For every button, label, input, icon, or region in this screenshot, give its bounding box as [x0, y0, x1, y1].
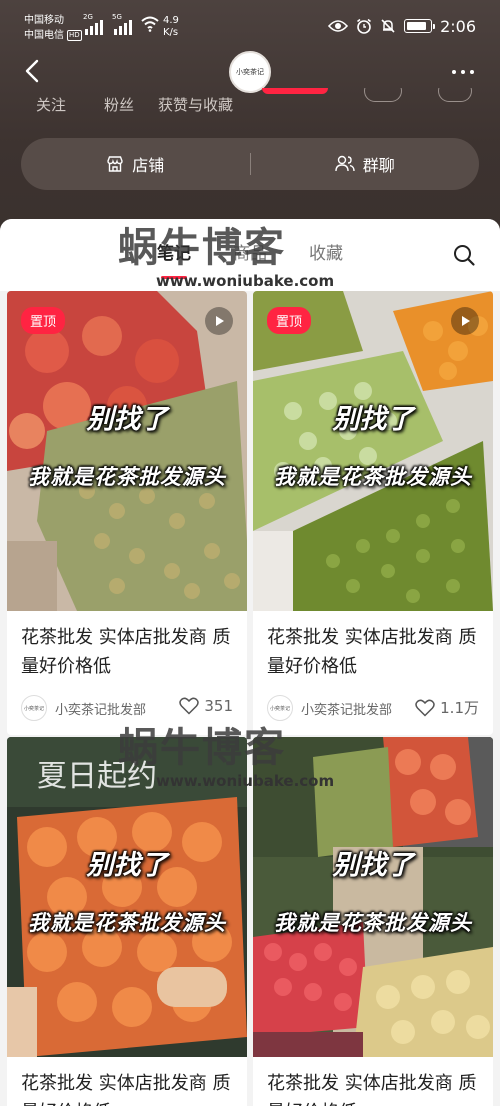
battery-icon — [404, 19, 436, 33]
settings-button[interactable] — [438, 88, 472, 102]
carrier-info: 中国移动 中国电信 HD — [24, 13, 82, 43]
pinned-badge: 置顶 — [21, 307, 66, 334]
watermark-url: www.woniubake.com — [156, 772, 335, 790]
network-type-label: 5G — [112, 13, 122, 21]
watermark-text: 蜗牛博客 — [118, 225, 286, 271]
author-avatar-text: 小奕茶记 — [269, 705, 290, 712]
note-cover[interactable]: 置顶 别找了 我就是花茶批发源头 — [253, 291, 493, 611]
network-speed-unit: K/s — [163, 27, 179, 38]
battery-level — [407, 22, 426, 30]
signal-icon: 5G — [112, 13, 132, 35]
like-button[interactable]: 1.1万 — [415, 697, 479, 718]
heart-icon — [415, 699, 435, 717]
author-avatar-text: 小奕茶记 — [23, 705, 44, 712]
author-avatar[interactable]: 小奕茶记 — [21, 695, 47, 721]
status-bar: 中国移动 中国电信 HD 2G 5G 4.9 K/s 2:06 — [0, 0, 500, 50]
cover-subheadline: 我就是花茶批发源头 — [28, 911, 226, 935]
note-card[interactable]: 置顶 别找了 我就是花茶批发源头 花茶批发 实体店批发商 质量好价格低 小奕茶记… — [253, 291, 493, 735]
shop-button-label: 店铺 — [132, 156, 165, 175]
note-title[interactable]: 花茶批发 实体店批发商 质量好价格低 — [7, 1057, 247, 1106]
message-button[interactable] — [364, 88, 402, 102]
like-count: 1.1万 — [440, 699, 479, 717]
shop-avatar[interactable]: 小奕茶记 — [229, 51, 271, 93]
shop-group-bar: 店铺 群聊 — [21, 138, 479, 190]
group-icon — [335, 155, 355, 172]
group-chat-button[interactable]: 群聊 — [251, 138, 480, 190]
note-cover[interactable]: 置顶 别找了 我就是花茶批发源头 — [7, 291, 247, 611]
like-button[interactable]: 351 — [179, 697, 233, 715]
cover-headline: 别找了 — [86, 850, 168, 881]
network-type-label: 2G — [83, 13, 93, 21]
mute-bell-icon — [381, 19, 395, 33]
notes-content: 笔记 商品 收藏 置顶 别找了 我就是花茶批发源头 花茶批发 实体店批发商 质量… — [0, 219, 500, 1106]
like-count: 351 — [204, 697, 233, 715]
note-card[interactable]: 夏日起约 别找了 我就是花茶批发源头 花茶批发 实体店批发商 质量好价格低 — [7, 737, 247, 1106]
carrier-1: 中国移动 — [24, 15, 64, 26]
group-chat-label: 群聊 — [362, 156, 395, 175]
cover-headline: 别找了 — [332, 850, 414, 881]
likes-saves-label[interactable]: 获赞与收藏 — [158, 94, 233, 114]
search-icon[interactable] — [452, 243, 476, 267]
cover-headline: 别找了 — [332, 404, 414, 435]
cover-photo — [7, 291, 247, 611]
hd-badge: HD — [67, 30, 82, 41]
wifi-icon — [141, 16, 159, 32]
fans-label[interactable]: 粉丝 — [104, 94, 134, 114]
signal-icon: 2G — [83, 13, 103, 35]
profile-stats-row: 关注 粉丝 获赞与收藏 — [0, 88, 500, 114]
watermark-url: www.woniubake.com — [156, 272, 335, 290]
network-speed-value: 4.9 — [163, 15, 179, 26]
network-speed: 4.9 K/s — [163, 15, 179, 39]
carrier-2: 中国电信 — [24, 30, 64, 41]
cover-subheadline: 我就是花茶批发源头 — [274, 911, 472, 935]
store-icon — [107, 156, 123, 172]
note-card[interactable]: 置顶 别找了 我就是花茶批发源头 花茶批发 实体店批发商 质量好价格低 小奕茶记… — [7, 291, 247, 735]
watermark-text: 蜗牛博客 — [118, 725, 286, 771]
note-card[interactable]: 别找了 我就是花茶批发源头 花茶批发 实体店批发商 质量好价格低 — [253, 737, 493, 1106]
cover-photo — [253, 291, 493, 611]
cover-subheadline: 我就是花茶批发源头 — [274, 465, 472, 489]
play-icon — [451, 307, 479, 335]
back-icon[interactable] — [20, 58, 46, 84]
follow-button[interactable] — [262, 88, 328, 94]
alarm-icon — [357, 18, 372, 34]
clock: 2:06 — [440, 16, 476, 36]
note-title[interactable]: 花茶批发 实体店批发商 质量好价格低 — [253, 611, 493, 681]
note-title[interactable]: 花茶批发 实体店批发商 质量好价格低 — [253, 1057, 493, 1106]
shop-button[interactable]: 店铺 — [21, 138, 250, 190]
note-title[interactable]: 花茶批发 实体店批发商 质量好价格低 — [7, 611, 247, 681]
shop-logo-text: 小奕茶记 — [236, 68, 264, 76]
author-name[interactable]: 小奕茶记批发部 — [301, 699, 392, 718]
note-meta: 小奕茶记 小奕茶记批发部 1.1万 — [253, 681, 493, 735]
following-label[interactable]: 关注 — [36, 94, 66, 114]
heart-icon — [179, 697, 200, 715]
tab-favorites[interactable]: 收藏 — [309, 239, 343, 269]
cover-subheadline: 我就是花茶批发源头 — [28, 465, 226, 489]
cover-headline: 别找了 — [86, 404, 168, 435]
eye-icon — [328, 20, 349, 32]
pinned-badge: 置顶 — [267, 307, 312, 334]
more-icon[interactable] — [452, 70, 474, 74]
play-icon — [205, 307, 233, 335]
